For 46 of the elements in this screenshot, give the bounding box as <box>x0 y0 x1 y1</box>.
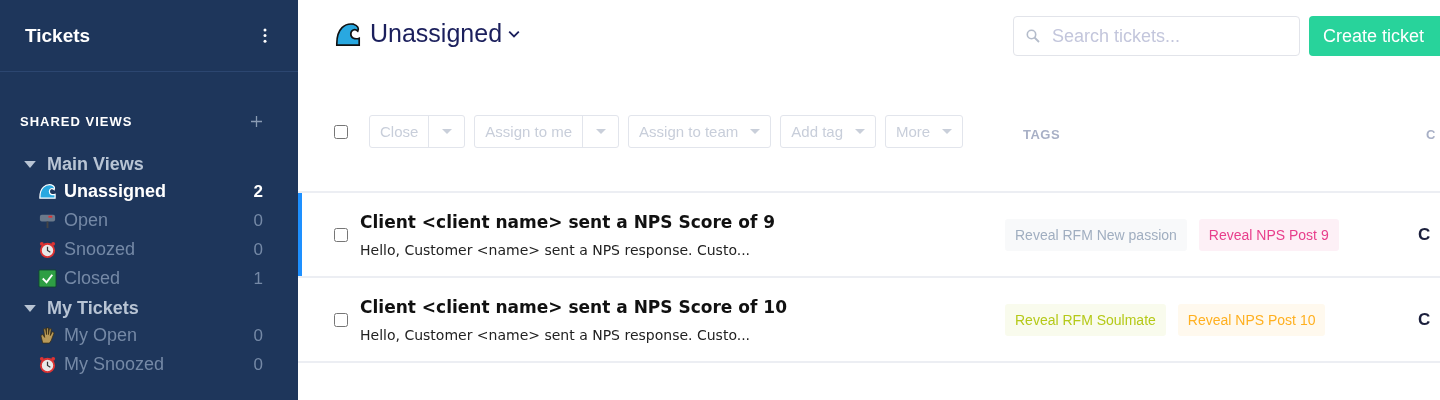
group-header[interactable]: My Tickets <box>24 295 139 321</box>
sidebar-item[interactable]: Closed 1 <box>0 264 298 293</box>
more-options-icon[interactable] <box>263 28 267 43</box>
chevron-down-icon <box>508 29 521 38</box>
tag: Reveal NPS Post 10 <box>1177 303 1326 336</box>
add-icon[interactable] <box>251 116 262 127</box>
view-selector[interactable]: Unassigned <box>370 19 521 48</box>
sidebar-item[interactable]: My Snoozed 0 <box>0 350 298 379</box>
caret-icon <box>595 129 606 134</box>
wave-icon <box>38 182 57 201</box>
search-icon <box>1026 29 1040 43</box>
create-ticket-button[interactable]: Create ticket <box>1309 16 1440 56</box>
sidebar-item[interactable]: Unassigned 2 <box>0 177 298 206</box>
row-checkbox[interactable] <box>334 312 348 327</box>
caret-icon <box>24 160 36 168</box>
tag: Reveal RFM Soulmate <box>1005 303 1166 336</box>
search-field[interactable]: Search tickets... <box>1013 16 1300 56</box>
sidebar-item[interactable]: Snoozed 0 <box>0 235 298 264</box>
ticket-preview: Hello, Customer <name> sent a NPS response. Custo... <box>360 241 752 258</box>
alarm-clock-icon <box>38 355 57 374</box>
column-header: TAGS <box>1023 127 1061 142</box>
tag: Reveal RFM New passion <box>1005 218 1187 251</box>
check-box-icon <box>38 269 57 288</box>
tag: Reveal NPS Post 9 <box>1198 218 1339 251</box>
caret-icon <box>24 304 36 312</box>
section-title: SHARED VIEWS <box>20 114 133 129</box>
caret-icon <box>441 129 452 134</box>
caret-icon <box>942 129 953 134</box>
table-cell: C <box>1418 309 1431 330</box>
caret-icon <box>855 129 865 134</box>
caret-icon <box>750 129 761 134</box>
table-cell: C <box>1418 224 1431 245</box>
sidebar-item[interactable]: My Open 0 <box>0 321 298 350</box>
select-all-checkbox[interactable] <box>334 124 348 139</box>
ticket-row[interactable]: Client <client name> sent a NPS Score of 10 Hello, Customer <name> sent a NPS response. Custo... Reveal RFM Soulmate Reveal NPS Post 10 C <box>298 278 1440 363</box>
row-checkbox[interactable] <box>334 227 348 242</box>
ticket-title: Client <client name> sent a NPS Score of 10 <box>360 296 788 317</box>
alarm-clock-icon <box>38 240 57 259</box>
ticket-row[interactable]: Client <client name> sent a NPS Score of 9 Hello, Customer <name> sent a NPS response. Custo... Reveal RFM New passion Reveal NPS Post 9 C <box>298 193 1440 278</box>
ticket-title: Client <client name> sent a NPS Score of 9 <box>360 211 777 232</box>
hand-icon <box>38 326 57 345</box>
column-header: C <box>1426 127 1436 142</box>
sidebar-item[interactable]: Open 0 <box>0 206 298 235</box>
group-header[interactable]: Main Views <box>24 151 144 177</box>
ticket-preview: Hello, Customer <name> sent a NPS response. Custo... <box>360 326 752 343</box>
sidebar-title: Tickets <box>25 24 91 47</box>
